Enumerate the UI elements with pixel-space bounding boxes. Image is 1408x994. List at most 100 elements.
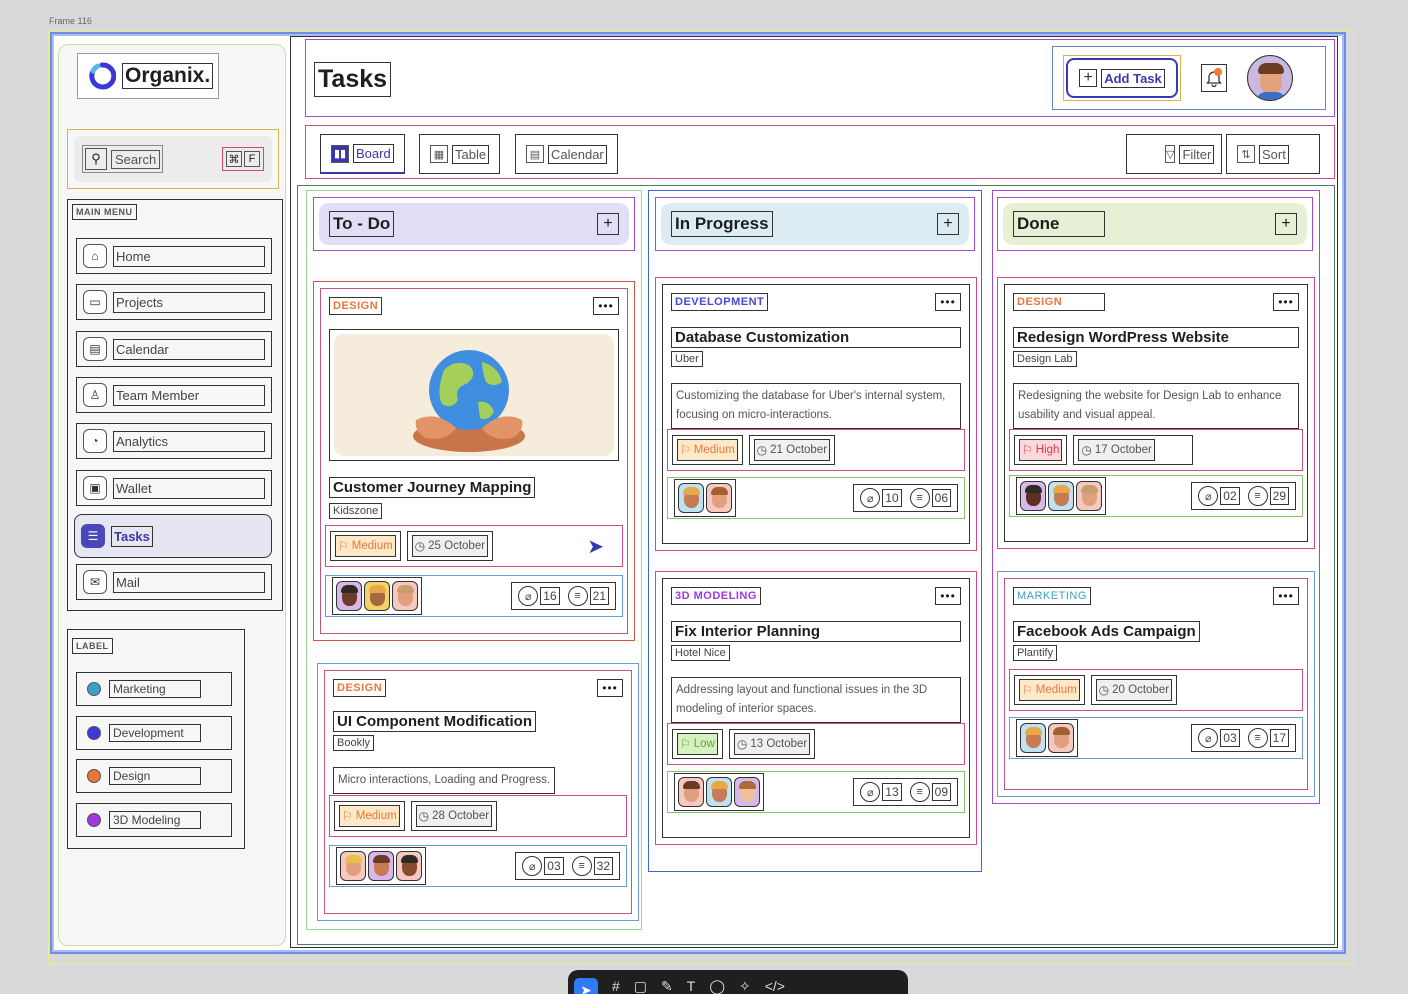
more-options-icon[interactable]: ••• <box>597 679 623 697</box>
pie-chart-icon: ◔ <box>83 429 107 453</box>
move-tool-icon[interactable]: ➤ <box>574 978 598 994</box>
card-title: UI Component Modification <box>333 711 536 732</box>
notification-bell-icon[interactable] <box>1201 64 1227 92</box>
tab-table[interactable]: ▦ Table <box>419 134 501 174</box>
attachments-count[interactable]: ⌀ 03 <box>522 856 564 876</box>
more-options-icon[interactable]: ••• <box>935 293 961 311</box>
task-card[interactable]: DESIGN ••• UI Component Modification Boo… <box>317 663 639 921</box>
card-tag: DESIGN <box>1013 293 1105 311</box>
search-input[interactable]: Search <box>111 149 161 169</box>
main-menu-title: MAIN MENU <box>72 204 137 220</box>
user-icon: ♙ <box>83 383 107 407</box>
sidebar-item-home[interactable]: ⌂ Home <box>76 238 272 274</box>
label-item-development[interactable]: Development <box>76 716 232 750</box>
calendar-icon: ▤ <box>526 145 544 163</box>
flag-icon: ⚐ <box>1022 443 1033 457</box>
sidebar-item-projects[interactable]: ▭ Projects <box>76 284 272 320</box>
sidebar-item-calendar[interactable]: ▤ Calendar <box>76 331 272 367</box>
task-card[interactable]: DESIGN ••• Redesign WordPress Website De… <box>997 277 1315 549</box>
comments-count[interactable]: ≡ 06 <box>909 488 951 508</box>
3d-modeling-dot <box>87 813 101 827</box>
label-item-design[interactable]: Design <box>76 759 232 793</box>
paperclip-icon: ⌀ <box>1198 728 1219 748</box>
card-meta: ⚐ Medium ◷ 21 October <box>667 429 965 471</box>
clock-icon: ◷ <box>1081 443 1092 457</box>
attachments-count[interactable]: ⌀ 16 <box>518 586 560 606</box>
attachments-count[interactable]: ⌀ 03 <box>1198 728 1240 748</box>
comments-count[interactable]: ≡ 09 <box>909 782 951 802</box>
column-header: To - Do + <box>313 197 635 251</box>
sort-icon: ⇅ <box>1237 145 1255 163</box>
column-in-progress: In Progress + DEVELOPMENT ••• Database Cu… <box>648 190 982 872</box>
table-icon: ▦ <box>430 145 448 163</box>
add-card-icon[interactable]: + <box>1275 213 1297 235</box>
assignee-avatars <box>336 847 426 885</box>
search-bar[interactable]: ⚲ Search ⌘ F <box>74 136 272 182</box>
search-icon: ⚲ <box>85 148 107 170</box>
avatar <box>706 483 732 513</box>
sidebar-item-mail[interactable]: ✉ Mail <box>76 564 272 600</box>
comments-count[interactable]: ≡ 17 <box>1247 728 1289 748</box>
comments-count[interactable]: ≡ 32 <box>571 856 613 876</box>
rectangle-tool-icon[interactable]: ▢ <box>634 978 647 994</box>
header: Tasks + Add Task <box>305 39 1335 117</box>
user-avatar[interactable] <box>1247 55 1293 101</box>
calendar-icon: ▤ <box>83 337 107 361</box>
card-description: Redesigning the website for Design Lab t… <box>1013 383 1299 429</box>
sidebar-item-tasks[interactable]: ☰ Tasks <box>74 514 272 558</box>
tab-board[interactable]: ▮▮ Board <box>320 134 405 174</box>
pen-tool-icon[interactable]: ✎ <box>661 978 673 994</box>
sort-button[interactable]: ⇅ Sort <box>1226 134 1320 174</box>
clock-icon: ◷ <box>414 539 426 553</box>
task-card[interactable]: DEVELOPMENT ••• Database Customization U… <box>655 277 977 551</box>
more-options-icon[interactable]: ••• <box>935 587 961 605</box>
label-item-marketing[interactable]: Marketing <box>76 672 232 706</box>
card-description: Customizing the database for Uber's inte… <box>671 383 961 429</box>
attachments-count[interactable]: ⌀ 02 <box>1198 486 1240 506</box>
column-title: In Progress <box>671 211 773 237</box>
due-date: 20 October <box>1112 684 1170 696</box>
flag-icon: ⚐ <box>680 737 691 751</box>
more-options-icon[interactable]: ••• <box>593 297 619 315</box>
label-title: LABEL <box>72 638 113 654</box>
text-tool-icon[interactable]: T <box>687 978 696 994</box>
comments-count[interactable]: ≡ 21 <box>567 586 609 606</box>
sidebar-item-analytics[interactable]: ◔ Analytics <box>76 423 272 459</box>
flag-icon: ⚐ <box>680 443 691 457</box>
header-actions: + Add Task <box>1052 46 1326 110</box>
more-options-icon[interactable]: ••• <box>1273 587 1299 605</box>
tab-calendar[interactable]: ▤ Calendar <box>515 134 618 174</box>
task-card[interactable]: MARKETING ••• Facebook Ads Campaign Plan… <box>997 571 1315 797</box>
dev-mode-icon[interactable]: </> <box>765 978 785 994</box>
attachments-count[interactable]: ⌀ 10 <box>860 488 902 508</box>
page-title: Tasks <box>314 62 392 97</box>
add-task-button[interactable]: + Add Task <box>1066 58 1178 98</box>
task-card[interactable]: 3D MODELING ••• Fix Interior Planning Ho… <box>655 571 977 845</box>
add-card-icon[interactable]: + <box>937 213 959 235</box>
column-header: In Progress + <box>655 197 975 251</box>
label-item-3d-modeling[interactable]: 3D Modeling <box>76 803 232 837</box>
card-title: Redesign WordPress Website <box>1013 327 1299 348</box>
actions-tool-icon[interactable]: ✧ <box>739 978 751 994</box>
frame-label: Frame 116 <box>49 16 92 26</box>
sidebar-item-team-member[interactable]: ♙ Team Member <box>76 377 272 413</box>
search-container: ⚲ Search ⌘ F <box>67 129 279 189</box>
card-client: Bookly <box>333 735 375 751</box>
more-options-icon[interactable]: ••• <box>1273 293 1299 311</box>
home-icon: ⌂ <box>83 244 107 268</box>
task-card[interactable]: DESIGN ••• Customer Journey Mapping Kids… <box>313 281 635 641</box>
plus-icon: + <box>1079 69 1098 87</box>
add-card-icon[interactable]: + <box>597 213 619 235</box>
filter-button[interactable]: ▽ Filter <box>1126 134 1222 174</box>
column-to-do: To - Do + DESIGN ••• Customer Journey Ma… <box>306 190 642 930</box>
frame-tool-icon[interactable]: # <box>612 978 620 994</box>
logo[interactable]: Organix. <box>77 53 219 99</box>
card-tag: MARKETING <box>1013 587 1091 605</box>
attachments-count[interactable]: ⌀ 13 <box>860 782 902 802</box>
sidebar-item-wallet[interactable]: ▣ Wallet <box>76 470 272 506</box>
comments-count[interactable]: ≡ 29 <box>1247 486 1289 506</box>
avatar <box>392 581 418 611</box>
assignee-avatars <box>332 577 422 615</box>
priority-label: Medium <box>351 540 393 552</box>
comment-tool-icon[interactable]: ◯ <box>709 978 725 994</box>
